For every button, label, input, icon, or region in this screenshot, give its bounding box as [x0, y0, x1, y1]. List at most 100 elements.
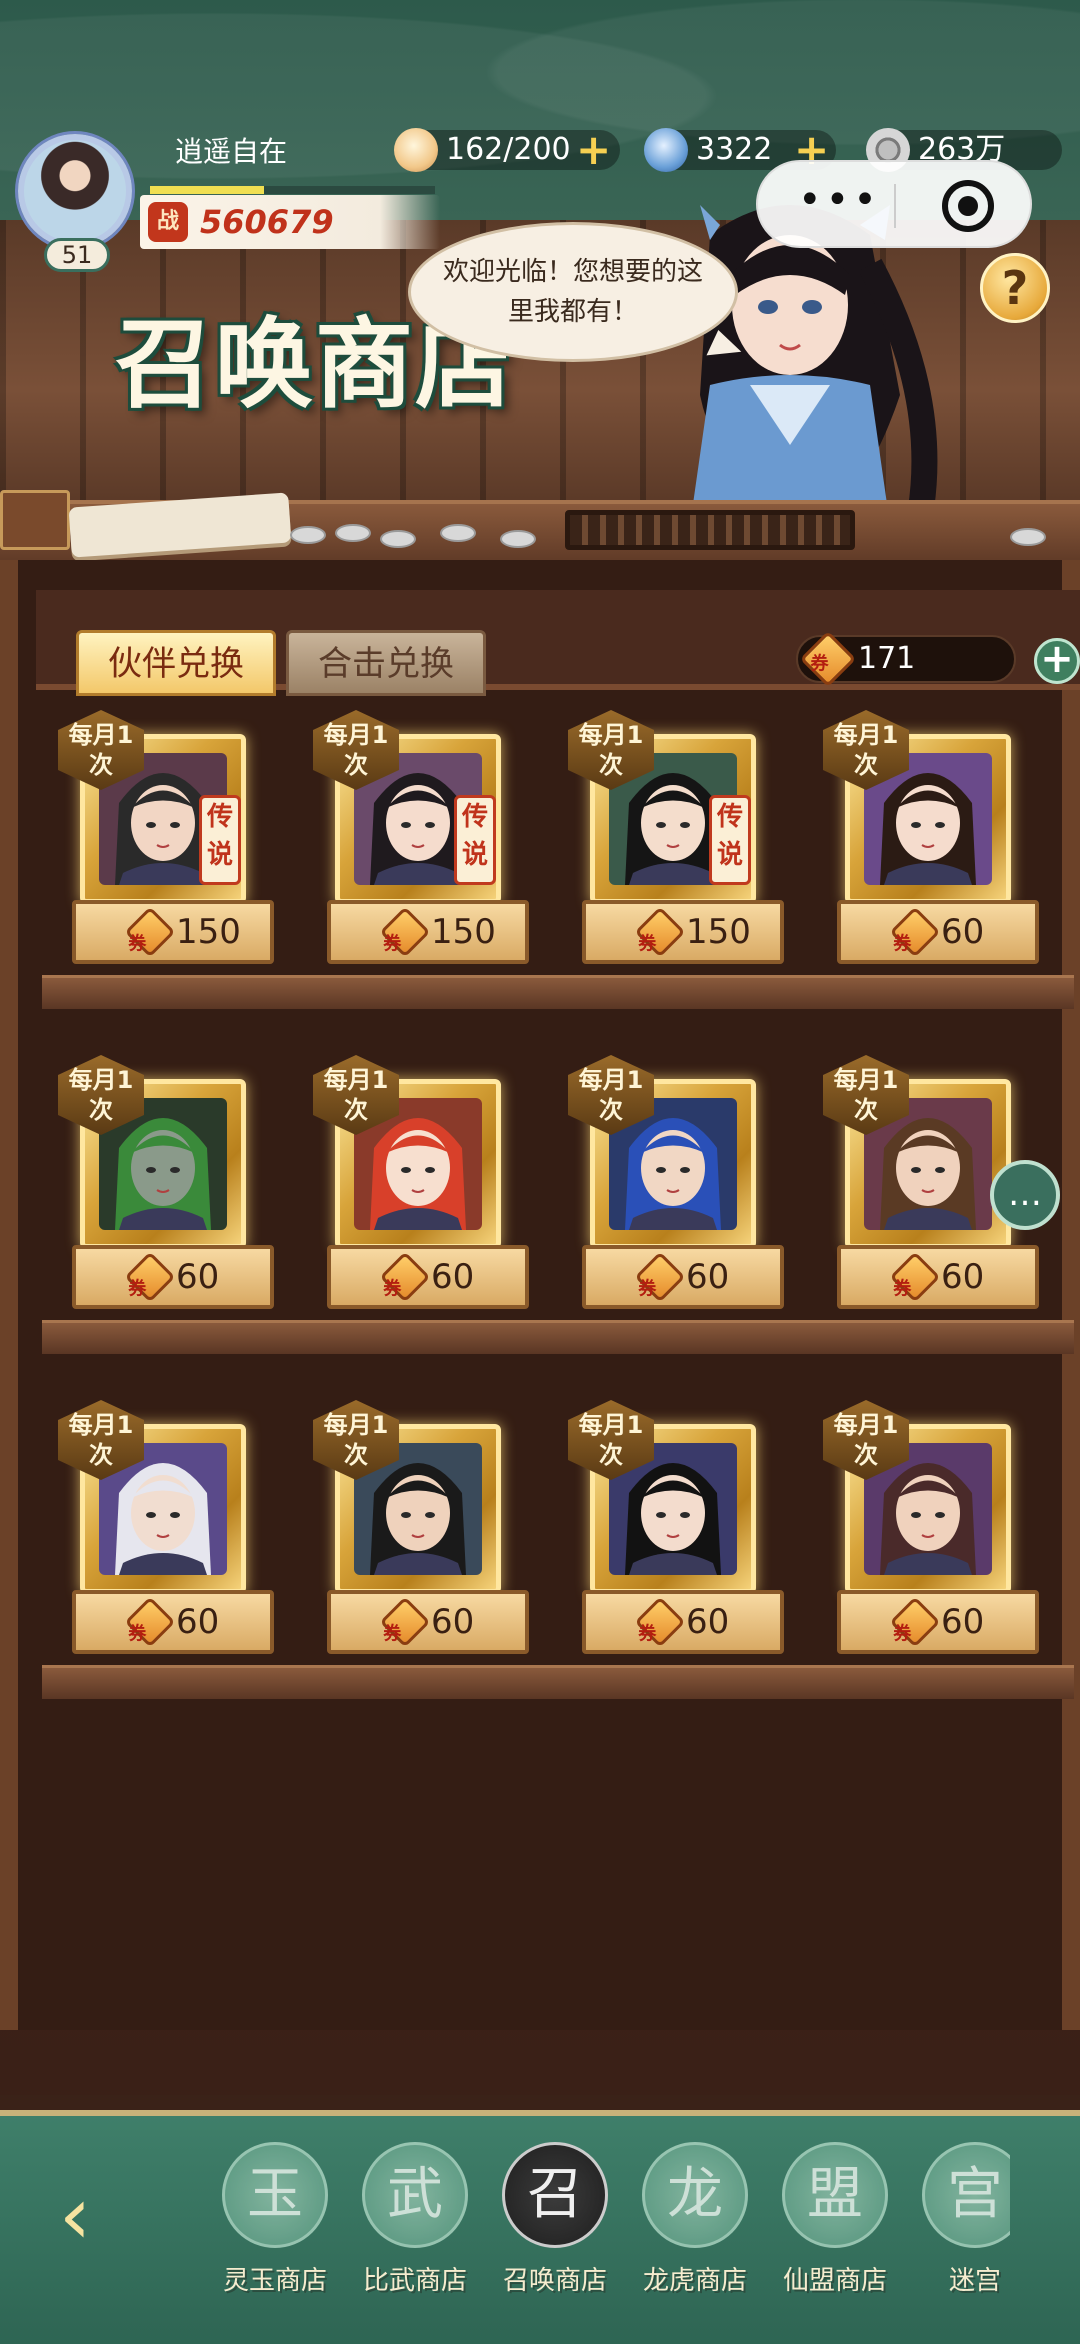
item-price[interactable]: 60 [327, 1590, 529, 1654]
item-price[interactable]: 60 [837, 900, 1039, 964]
jade-value: 3322 [696, 132, 773, 167]
item-price[interactable]: 150 [582, 900, 784, 964]
summon-token-icon [889, 1596, 941, 1648]
chat-bubble-icon[interactable]: … [990, 1160, 1060, 1230]
shop-item-card[interactable]: 每月1次 60 [313, 1055, 543, 1309]
item-price[interactable]: 150 [327, 900, 529, 964]
token-balance-value: 171 [858, 641, 916, 676]
item-price[interactable]: 60 [837, 1590, 1039, 1654]
back-arrow-icon[interactable]: ‹ [30, 2176, 120, 2256]
exp-bar-fill [150, 186, 264, 194]
greeting-bubble: 欢迎光临！您想要的这里我都有！ [408, 222, 738, 362]
shop-emblem-icon: 武 [362, 2142, 468, 2248]
nav-shop-5[interactable]: 宫 迷宫 [910, 2132, 1010, 2302]
nav-shop-0[interactable]: 玉 灵玉商店 [210, 2132, 340, 2302]
chest-icon [0, 490, 70, 550]
shop-item-card[interactable]: 每月1次 60 [568, 1055, 798, 1309]
shop-emblem-icon: 龙 [642, 2142, 748, 2248]
shop-item-card[interactable]: 每月1次 60 [313, 1400, 543, 1654]
legend-tag: 传说 [709, 795, 751, 885]
item-price[interactable]: 150 [72, 900, 274, 964]
item-price-value: 60 [941, 1602, 985, 1642]
shop-emblem-icon: 召 [502, 2142, 608, 2248]
nav-shop-4[interactable]: 盟 仙盟商店 [770, 2132, 900, 2302]
item-price-value: 60 [686, 1602, 730, 1642]
shop-item-card[interactable]: 传说 每月1次 150 [568, 710, 798, 964]
shop-item-card[interactable]: 传说 每月1次 150 [313, 710, 543, 964]
nav-shop-label: 仙盟商店 [782, 2266, 887, 2296]
jade-swirl-icon [644, 128, 688, 172]
tab-combo-exchange[interactable]: 合击兑换 [286, 630, 486, 696]
combat-power: 战 560679 [140, 195, 440, 249]
summon-token-icon [634, 906, 686, 958]
item-price-value: 60 [686, 1257, 730, 1297]
close-target-icon[interactable] [942, 180, 994, 232]
help-button[interactable]: ? [980, 253, 1050, 323]
shop-item-card[interactable]: 传说 每月1次 150 [58, 710, 288, 964]
shelf-board [42, 1665, 1074, 1699]
summon-token-icon [634, 1251, 686, 1303]
shop-emblem-icon: 宫 [922, 2142, 1010, 2248]
item-price[interactable]: 60 [837, 1245, 1039, 1309]
nav-shop-2[interactable]: 召 召唤商店 [490, 2132, 620, 2302]
shop-item-card[interactable]: 每月1次 60 [58, 1400, 288, 1654]
summon-token-icon [379, 1251, 431, 1303]
shop-emblem-icon: 盟 [782, 2142, 888, 2248]
bun-icon [394, 128, 438, 172]
item-price-value: 60 [431, 1257, 475, 1297]
shelf-cabinet: 伙伴兑换 合击兑换 171 + 传说 每月1次 150 [0, 560, 1080, 2030]
summon-token-icon [634, 1596, 686, 1648]
tabs-bar: 伙伴兑换 合击兑换 171 + [36, 590, 1080, 696]
shop-item-card[interactable]: 每月1次 60 [58, 1055, 288, 1309]
combat-power-value: 560679 [200, 203, 334, 241]
nav-shop-3[interactable]: 龙 龙虎商店 [630, 2132, 760, 2302]
summon-token-icon [889, 906, 941, 958]
exchange-panel: 伙伴兑换 合击兑换 171 + 传说 每月1次 150 [0, 560, 1080, 2095]
summon-token-icon [124, 906, 176, 958]
item-price[interactable]: 60 [72, 1245, 274, 1309]
player-name: 逍遥自在 [175, 135, 288, 168]
shop-nav-bar: ‹ 玉 灵玉商店 武 比武商店 召 召唤商店 龙 龙虎商店 盟 仙盟商店 宫 迷… [0, 2110, 1080, 2344]
player-level: 51 [44, 238, 110, 272]
avatar[interactable] [18, 134, 132, 248]
item-price-value: 60 [176, 1602, 220, 1642]
shop-item-card[interactable]: 每月1次 60 [823, 1400, 1053, 1654]
item-price-value: 150 [686, 912, 751, 952]
shelf-board [42, 1320, 1074, 1354]
nav-shop-label: 龙虎商店 [642, 2266, 747, 2296]
token-balance: 171 [796, 630, 1016, 688]
summon-token-icon [379, 1596, 431, 1648]
item-price-value: 150 [176, 912, 241, 952]
abacus-icon [565, 510, 855, 550]
stamina-resource: 162/200 + [394, 128, 620, 172]
item-price-value: 60 [941, 912, 985, 952]
shop-item-card[interactable]: 每月1次 60 [568, 1400, 798, 1654]
item-price[interactable]: 60 [582, 1245, 784, 1309]
tab-partner-exchange[interactable]: 伙伴兑换 [76, 630, 276, 696]
nav-shop-label: 召唤商店 [502, 2266, 607, 2296]
add-stamina-button[interactable]: + [576, 129, 612, 171]
combat-power-label: 战 [148, 202, 188, 242]
summon-token-icon [124, 1251, 176, 1303]
mini-program-capsule: ••• [756, 160, 1032, 248]
item-price-value: 60 [431, 1602, 475, 1642]
item-price[interactable]: 60 [327, 1245, 529, 1309]
legend-tag: 传说 [199, 795, 241, 885]
shop-emblem-icon: 玉 [222, 2142, 328, 2248]
shop-item-card[interactable]: 每月1次 60 [823, 710, 1053, 964]
item-price-value: 60 [941, 1257, 985, 1297]
nav-shop-1[interactable]: 武 比武商店 [350, 2132, 480, 2302]
summon-token-icon [379, 906, 431, 958]
player-avatar-frame[interactable]: 51 [14, 130, 144, 280]
nav-shop-label: 灵玉商店 [222, 2266, 327, 2296]
item-price[interactable]: 60 [582, 1590, 784, 1654]
shelf-board [42, 975, 1074, 1009]
item-price-value: 60 [176, 1257, 220, 1297]
exp-bar [150, 186, 435, 194]
item-price[interactable]: 60 [72, 1590, 274, 1654]
legend-tag: 传说 [454, 795, 496, 885]
add-token-button[interactable]: + [1034, 638, 1080, 684]
summon-token-icon [889, 1251, 941, 1303]
summon-token-icon [124, 1596, 176, 1648]
more-options-icon[interactable]: ••• [798, 180, 881, 220]
